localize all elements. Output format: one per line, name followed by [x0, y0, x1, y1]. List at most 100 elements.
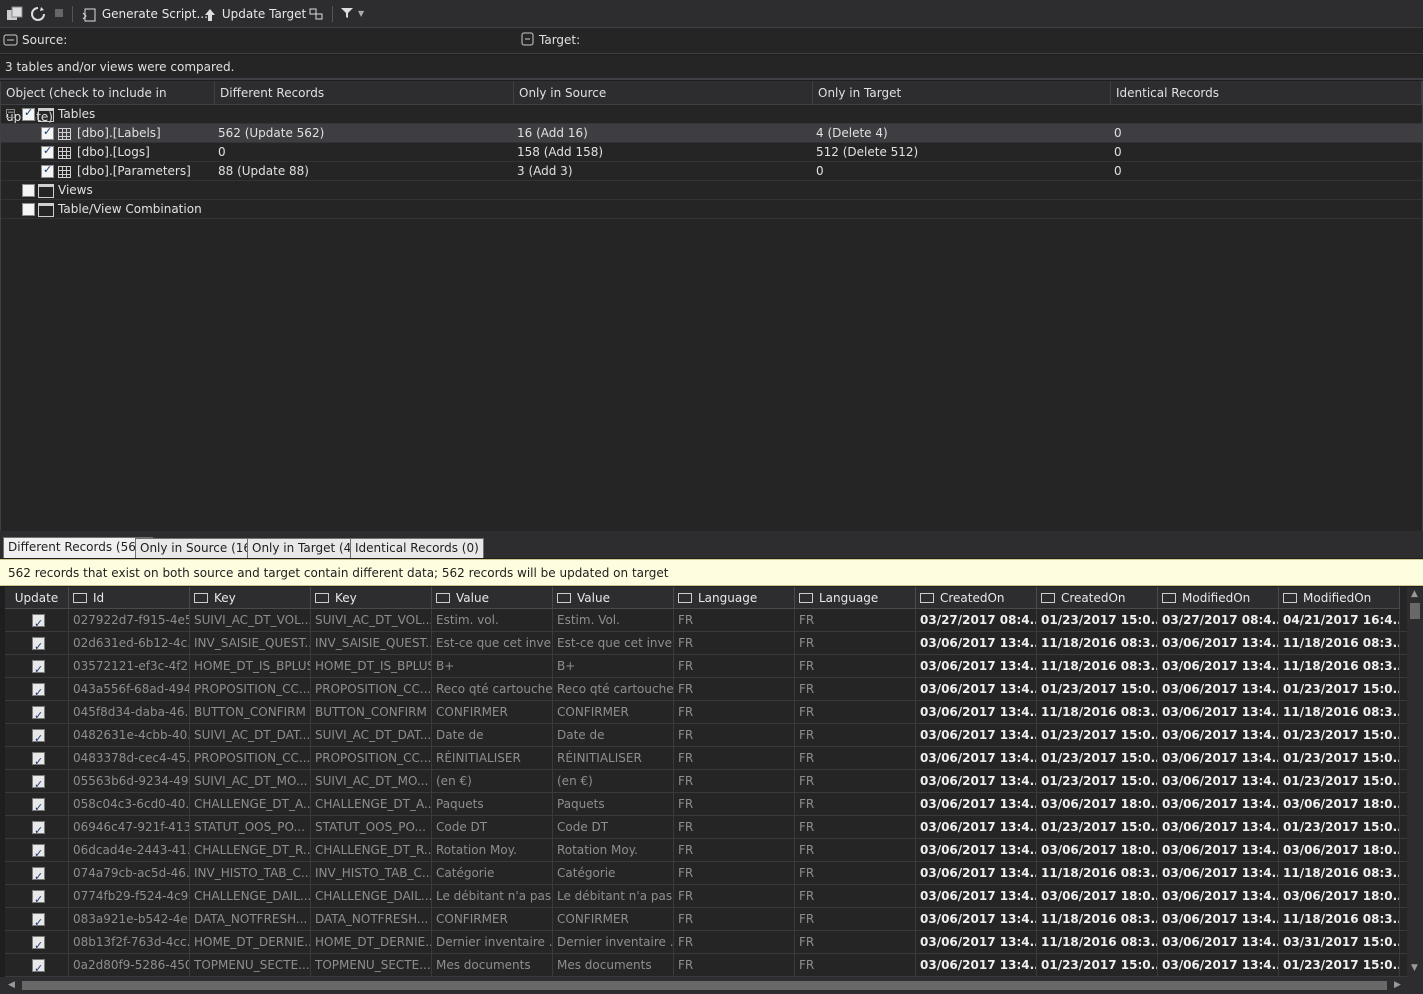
identical-value: 0	[1114, 164, 1122, 178]
header-object[interactable]: Object (check to include in update)	[1, 81, 215, 124]
scroll-left-icon[interactable]: ◀	[8, 980, 15, 990]
tab-only-in-target[interactable]: Only in Target (4)	[247, 538, 361, 558]
cell-id: 083a921e-b542-4e...	[69, 908, 190, 931]
cell-key-target: SUIVI_AC_DT_MO...	[311, 770, 432, 793]
table-row[interactable]: 03572121-ef3c-4f2...HOME_DT_IS_BPLUSHOME…	[5, 655, 1407, 678]
filter-icon[interactable]	[340, 6, 354, 20]
scroll-right-icon[interactable]: ▶	[1394, 980, 1401, 990]
table-row[interactable]: 045f8d34-daba-46...BUTTON_CONFIRMBUTTON_…	[5, 701, 1407, 724]
header-language-target[interactable]: Language	[795, 587, 916, 609]
header-label: ModifiedOn	[1303, 591, 1372, 605]
cell-value-target: RÉINITIALISER	[553, 747, 674, 770]
update-checkbox[interactable]	[32, 635, 45, 655]
generate-script-button[interactable]: Generate Script...	[82, 4, 208, 24]
update-checkbox[interactable]	[32, 888, 45, 908]
update-checkbox[interactable]	[32, 727, 45, 747]
horizontal-scrollbar[interactable]: ◀ ▶	[0, 977, 1423, 994]
refresh-icon[interactable]	[30, 6, 46, 22]
cell-key-source: SUIVI_AC_DT_VOL...	[190, 609, 311, 632]
table-row[interactable]: 06dcad4e-2443-41...CHALLENGE_DT_R...CHAL…	[5, 839, 1407, 862]
update-checkbox[interactable]	[32, 658, 45, 678]
header-created-on-source[interactable]: CreatedOn	[916, 587, 1037, 609]
table-row[interactable]: 06946c47-921f-413...STATUT_OOS_PO...STAT…	[5, 816, 1407, 839]
cell-id: 0482631e-4cbb-40...	[69, 724, 190, 747]
header-id[interactable]: Id	[69, 587, 190, 609]
update-checkbox[interactable]	[32, 773, 45, 793]
update-checkbox[interactable]	[32, 911, 45, 931]
compare-icon[interactable]	[6, 6, 24, 22]
header-key-source[interactable]: Key	[190, 587, 311, 609]
table-row[interactable]: 058c04c3-6cd0-40...CHALLENGE_DT_A...CHAL…	[5, 793, 1407, 816]
collapse-icon[interactable]: −	[6, 109, 15, 118]
update-checkbox[interactable]	[32, 934, 45, 954]
cell-key-target: PROPOSITION_CC...	[311, 747, 432, 770]
combination-group-row[interactable]: Table/View Combination	[1, 200, 1422, 219]
cell-key-target: SUIVI_AC_DT_VOL...	[311, 609, 432, 632]
update-checkbox[interactable]	[32, 796, 45, 816]
header-only-in-source[interactable]: Only in Source	[514, 81, 813, 105]
tab-identical-records[interactable]: Identical Records (0)	[350, 538, 484, 558]
update-checkbox[interactable]	[32, 750, 45, 770]
update-checkbox[interactable]	[32, 612, 45, 632]
table-row[interactable]: 0483378d-cec4-45...PROPOSITION_CC...PROP…	[5, 747, 1407, 770]
update-checkbox[interactable]	[32, 865, 45, 885]
header-modified-on-source[interactable]: ModifiedOn	[1158, 587, 1279, 609]
header-key-target[interactable]: Key	[311, 587, 432, 609]
tab-different-records[interactable]: Different Records (562)	[3, 537, 154, 558]
sync-icon[interactable]	[308, 6, 324, 22]
update-target-button[interactable]: Update Target	[202, 4, 306, 24]
scroll-thumb-horizontal[interactable]	[22, 981, 1387, 990]
table-row[interactable]: 027922d7-f915-4e5...SUIVI_AC_DT_VOL...SU…	[5, 609, 1407, 632]
scroll-down-icon[interactable]: ▼	[1411, 963, 1418, 973]
update-checkbox[interactable]	[32, 681, 45, 701]
tab-only-in-source[interactable]: Only in Source (16)	[135, 538, 261, 558]
table-row[interactable]: 043a556f-68ad-494...PROPOSITION_CC...PRO…	[5, 678, 1407, 701]
table-row[interactable]: 0482631e-4cbb-40...SUIVI_AC_DT_DAT...SUI…	[5, 724, 1407, 747]
tables-checkbox[interactable]	[22, 106, 35, 121]
table-row[interactable]: 083a921e-b542-4e...DATA_NOTFRESH...DATA_…	[5, 908, 1407, 931]
header-value-target[interactable]: Value	[553, 587, 674, 609]
header-language-source[interactable]: Language	[674, 587, 795, 609]
scroll-up-icon[interactable]: ▲	[1411, 589, 1418, 599]
update-cell	[5, 724, 69, 747]
table-row[interactable]: 05563b6d-9234-49...SUIVI_AC_DT_MO...SUIV…	[5, 770, 1407, 793]
update-checkbox[interactable]	[32, 957, 45, 977]
vertical-scrollbar[interactable]: ▲ ▼	[1407, 587, 1423, 977]
update-checkbox[interactable]	[32, 842, 45, 862]
row-checkbox[interactable]	[41, 125, 54, 140]
row-checkbox[interactable]	[41, 144, 54, 159]
views-checkbox[interactable]	[22, 184, 35, 197]
update-checkbox[interactable]	[32, 819, 45, 839]
cell-value-source: Estim. vol.	[432, 609, 553, 632]
update-checkbox[interactable]	[32, 704, 45, 724]
table-row[interactable]: 0774fb29-f524-4c9...CHALLENGE_DAIL...CHA…	[5, 885, 1407, 908]
database-source-icon[interactable]	[3, 33, 19, 47]
scroll-thumb[interactable]	[1410, 603, 1420, 619]
cell-modified-on-target: 04/21/2017 16:4...	[1279, 609, 1400, 632]
cell-value-target: Mes documents	[553, 954, 674, 977]
table-row[interactable]: 08b13f2f-763d-4cc...HOME_DT_DERNIE...HOM…	[5, 931, 1407, 954]
combination-checkbox[interactable]	[22, 203, 35, 216]
tables-group-row[interactable]: − Tables	[1, 105, 1422, 124]
database-target-icon[interactable]	[520, 31, 536, 47]
table-row[interactable]: [dbo].[Parameters] 88 (Update 88) 3 (Add…	[1, 162, 1422, 181]
chevron-down-icon[interactable]: ▼	[358, 4, 364, 24]
header-created-on-target[interactable]: CreatedOn	[1037, 587, 1158, 609]
views-group-row[interactable]: Views	[1, 181, 1422, 200]
source-target-bar: Source: Target:	[0, 28, 1423, 54]
header-only-in-target[interactable]: Only in Target	[813, 81, 1111, 105]
table-row[interactable]: [dbo].[Logs] 0 158 (Add 158) 512 (Delete…	[1, 143, 1422, 162]
stop-icon[interactable]	[55, 9, 63, 17]
header-identical-records[interactable]: Identical Records	[1111, 81, 1422, 105]
header-value-source[interactable]: Value	[432, 587, 553, 609]
header-modified-on-target[interactable]: ModifiedOn	[1279, 587, 1400, 609]
cell-modified-on-target: 11/18/2016 08:3...	[1279, 701, 1400, 724]
table-row[interactable]: 02d631ed-6b12-4c...INV_SAISIE_QUEST...IN…	[5, 632, 1407, 655]
header-update[interactable]: Update	[5, 587, 69, 609]
row-checkbox[interactable]	[41, 163, 54, 178]
table-row[interactable]: [dbo].[Labels] 562 (Update 562) 16 (Add …	[1, 124, 1422, 143]
table-row[interactable]: 0a2d80f9-5286-450...TOPMENU_SECTE...TOPM…	[5, 954, 1407, 977]
cell-created-on-source: 03/06/2017 13:4...	[916, 655, 1037, 678]
table-row[interactable]: 074a79cb-ac5d-46...INV_HISTO_TAB_C...INV…	[5, 862, 1407, 885]
header-different-records[interactable]: Different Records	[215, 81, 514, 105]
